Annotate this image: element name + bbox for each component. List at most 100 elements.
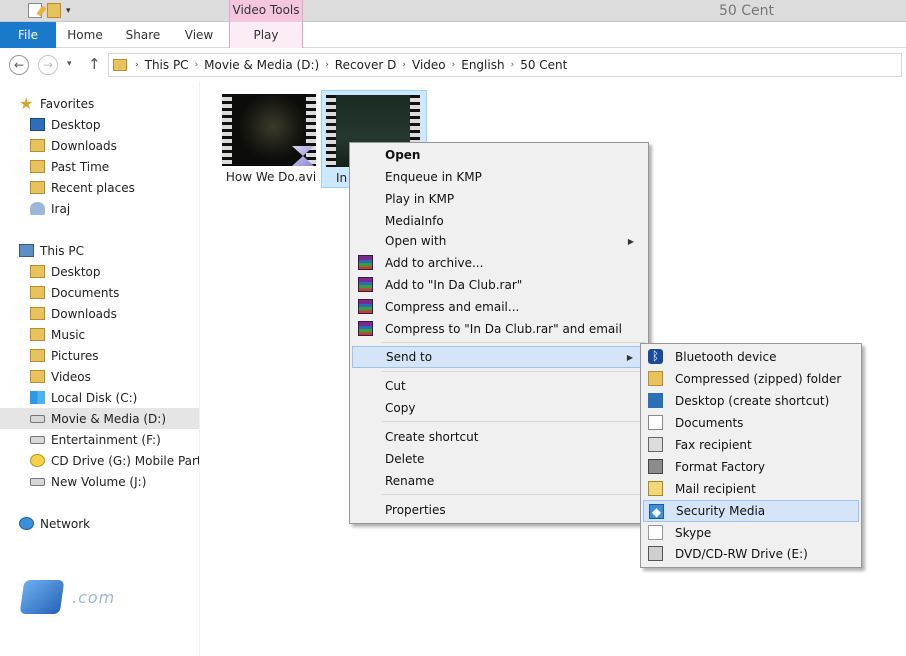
up-arrow-icon[interactable]: ↑ xyxy=(88,55,101,73)
tab-play[interactable]: Play xyxy=(229,22,303,48)
sendto-security-media[interactable]: ◆ Security Media xyxy=(643,500,859,522)
tab-home[interactable]: Home xyxy=(56,22,114,48)
video-thumbnail xyxy=(222,94,316,166)
downloads-folder-icon xyxy=(30,307,45,320)
send-to-submenu: ᛒ Bluetooth device Compressed (zipped) f… xyxy=(640,343,862,568)
navigation-pane: ★ Favorites Desktop Downloads Past Time … xyxy=(0,82,200,656)
menu-compress-email[interactable]: Compress and email... xyxy=(352,296,646,318)
nav-pc-local-disk-c[interactable]: Local Disk (C:) xyxy=(0,387,199,408)
documents-icon xyxy=(648,415,663,430)
title-bar: ▾ Video Tools 50 Cent xyxy=(0,0,906,22)
sendto-format-factory[interactable]: Format Factory xyxy=(643,456,859,478)
nav-label: Videos xyxy=(51,369,91,384)
chevron-right-icon[interactable]: › xyxy=(509,60,517,70)
nav-label: Local Disk (C:) xyxy=(51,390,138,405)
new-folder-icon[interactable] xyxy=(47,3,61,18)
nav-fav-recent-places[interactable]: Recent places xyxy=(0,177,199,198)
mail-icon xyxy=(648,481,663,496)
navigation-bar: ← → ▾ ↑ › This PC › Movie & Media (D:) ›… xyxy=(0,48,906,82)
chevron-right-icon[interactable]: › xyxy=(323,60,331,70)
chevron-right-icon[interactable]: › xyxy=(450,60,458,70)
recent-places-icon xyxy=(30,181,45,194)
tab-file[interactable]: File xyxy=(0,22,56,48)
star-icon: ★ xyxy=(19,94,34,113)
breadcrumb-movie-media[interactable]: Movie & Media (D:) xyxy=(200,58,323,72)
nav-pc-movie-media-d[interactable]: Movie & Media (D:) xyxy=(0,408,199,429)
properties-icon[interactable] xyxy=(28,3,42,18)
hard-drive-icon xyxy=(30,414,45,423)
chevron-right-icon[interactable]: › xyxy=(133,60,141,70)
nav-label: Pictures xyxy=(51,348,99,363)
customize-toolbar-dropdown-icon[interactable]: ▾ xyxy=(66,6,76,16)
hard-drive-icon xyxy=(30,477,45,486)
menu-open-with[interactable]: Open with ▶ xyxy=(352,230,646,252)
tab-share[interactable]: Share xyxy=(114,22,172,48)
sendto-fax[interactable]: Fax recipient xyxy=(643,434,859,456)
menu-play-kmp[interactable]: Play in KMP xyxy=(352,188,646,210)
nav-fav-desktop[interactable]: Desktop xyxy=(0,114,199,135)
breadcrumb-recover-d[interactable]: Recover D xyxy=(331,58,401,72)
forward-button[interactable]: → xyxy=(38,55,58,75)
address-bar[interactable]: › This PC › Movie & Media (D:) › Recover… xyxy=(108,53,902,77)
nav-pc-desktop[interactable]: Desktop xyxy=(0,261,199,282)
nav-pc-entertainment-f[interactable]: Entertainment (F:) xyxy=(0,429,199,450)
winrar-icon xyxy=(358,277,373,292)
breadcrumb-this-pc[interactable]: This PC xyxy=(141,58,193,72)
nav-fav-past-time[interactable]: Past Time xyxy=(0,156,199,177)
tab-view[interactable]: View xyxy=(172,22,226,48)
nav-favorites[interactable]: ★ Favorites xyxy=(0,93,199,114)
menu-add-to-rar[interactable]: Add to "In Da Club.rar" xyxy=(352,274,646,296)
menu-label: DVD/CD-RW Drive (E:) xyxy=(675,547,808,561)
menu-delete[interactable]: Delete xyxy=(352,448,646,470)
breadcrumb-50-cent[interactable]: 50 Cent xyxy=(516,58,571,72)
menu-label: Open with xyxy=(385,234,447,248)
security-media-icon: ◆ xyxy=(649,504,664,519)
recent-locations-dropdown-icon[interactable]: ▾ xyxy=(67,59,72,69)
menu-copy[interactable]: Copy xyxy=(352,397,646,419)
sendto-desktop[interactable]: Desktop (create shortcut) xyxy=(643,390,859,412)
nav-this-pc[interactable]: This PC xyxy=(0,240,199,261)
nav-pc-cd-drive-g[interactable]: CD Drive (G:) Mobile Partner xyxy=(0,450,199,471)
nav-network[interactable]: Network xyxy=(0,513,199,534)
downloads-folder-icon xyxy=(30,139,45,152)
breadcrumb-video[interactable]: Video xyxy=(408,58,450,72)
menu-create-shortcut[interactable]: Create shortcut xyxy=(352,426,646,448)
sendto-bluetooth[interactable]: ᛒ Bluetooth device xyxy=(643,346,859,368)
breadcrumb-english[interactable]: English xyxy=(457,58,508,72)
menu-label: Security Media xyxy=(676,504,766,518)
sendto-zip-folder[interactable]: Compressed (zipped) folder xyxy=(643,368,859,390)
chevron-right-icon[interactable]: › xyxy=(400,60,408,70)
menu-mediainfo[interactable]: MediaInfo xyxy=(352,210,646,232)
sendto-mail[interactable]: Mail recipient xyxy=(643,478,859,500)
nav-label: This PC xyxy=(40,243,84,258)
nav-pc-downloads[interactable]: Downloads xyxy=(0,303,199,324)
nav-pc-documents[interactable]: Documents xyxy=(0,282,199,303)
back-button[interactable]: ← xyxy=(9,55,29,75)
desktop-icon xyxy=(648,393,663,408)
chevron-right-icon[interactable]: › xyxy=(193,60,201,70)
nav-pc-music[interactable]: Music xyxy=(0,324,199,345)
menu-rename[interactable]: Rename xyxy=(352,470,646,492)
sendto-skype[interactable]: Skype xyxy=(643,522,859,544)
nav-fav-iraj[interactable]: Iraj xyxy=(0,198,199,219)
sendto-documents[interactable]: Documents xyxy=(643,412,859,434)
menu-properties[interactable]: Properties xyxy=(352,499,646,521)
menu-open[interactable]: Open xyxy=(352,144,646,166)
menu-label: Skype xyxy=(675,526,712,540)
format-factory-icon xyxy=(648,459,663,474)
menu-separator xyxy=(382,421,646,422)
menu-cut[interactable]: Cut xyxy=(352,375,646,397)
menu-label: Compress and email... xyxy=(385,300,520,314)
file-item[interactable]: How We Do.avi xyxy=(218,90,324,188)
menu-add-to-archive[interactable]: Add to archive... xyxy=(352,252,646,274)
nav-pc-videos[interactable]: Videos xyxy=(0,366,199,387)
nav-pc-pictures[interactable]: Pictures xyxy=(0,345,199,366)
menu-enqueue-kmp[interactable]: Enqueue in KMP xyxy=(352,166,646,188)
menu-label: Bluetooth device xyxy=(675,350,777,364)
nav-pc-new-volume-j[interactable]: New Volume (J:) xyxy=(0,471,199,492)
menu-compress-to-rar-email[interactable]: Compress to "In Da Club.rar" and email xyxy=(352,318,646,340)
nav-fav-downloads[interactable]: Downloads xyxy=(0,135,199,156)
menu-send-to[interactable]: Send to ▶ xyxy=(352,346,646,368)
sendto-dvd-drive[interactable]: DVD/CD-RW Drive (E:) xyxy=(643,543,859,565)
winrar-icon xyxy=(358,321,373,336)
